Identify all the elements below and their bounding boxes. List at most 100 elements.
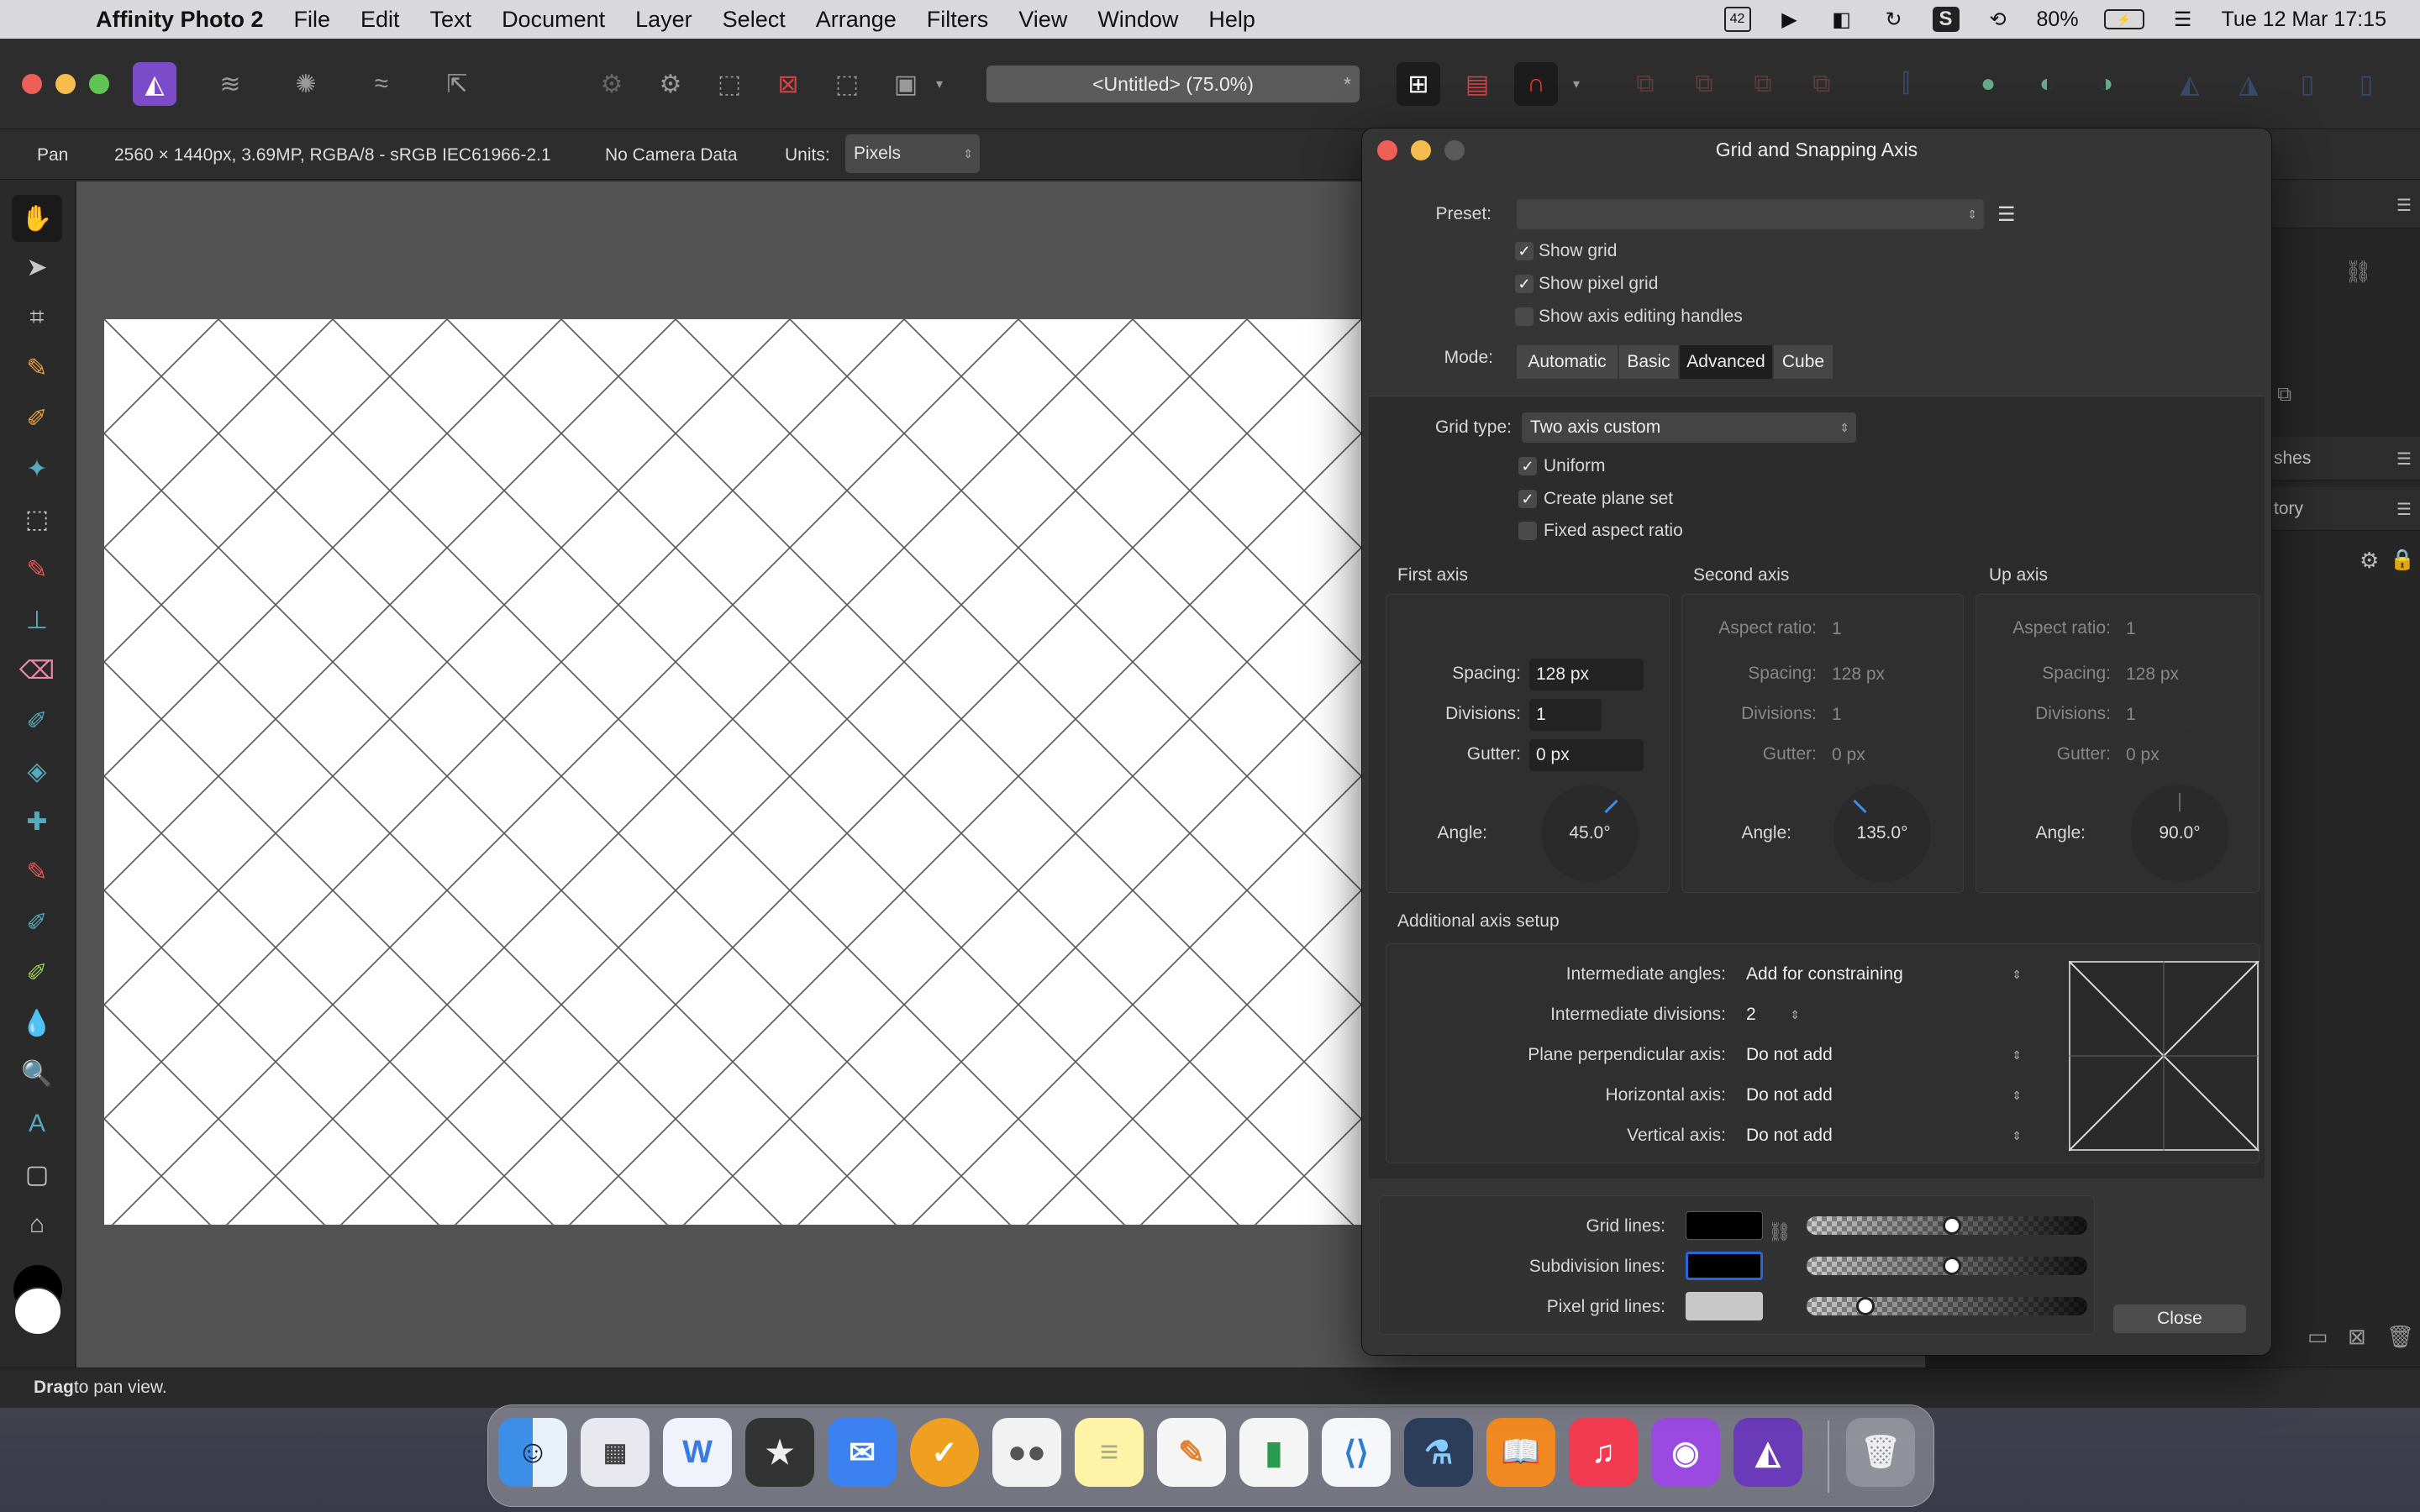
- menu-help[interactable]: Help: [1208, 7, 1255, 33]
- view-mode-icon[interactable]: ▤: [1455, 62, 1499, 106]
- vscode-icon[interactable]: ⟨⟩: [1322, 1418, 1391, 1487]
- show-pixel-grid-checkbox[interactable]: ✓: [1515, 275, 1534, 293]
- vertical-axis-select[interactable]: Do not add ⇕: [1738, 1121, 2028, 1151]
- trash-icon[interactable]: 🗑: [1846, 1418, 1915, 1487]
- preset-menu-icon[interactable]: ☰: [1997, 202, 2016, 227]
- zoom-window-button[interactable]: [89, 74, 109, 94]
- clone-tool-icon[interactable]: ⊥: [12, 596, 62, 643]
- units-select[interactable]: Pixels ⇕: [845, 134, 980, 173]
- blur-tool-icon[interactable]: 💧: [12, 1000, 62, 1047]
- arrange-forward-icon[interactable]: ⧉: [1741, 62, 1785, 106]
- numbers-icon[interactable]: ▮: [1239, 1418, 1308, 1487]
- healing-tool-icon[interactable]: ✚: [12, 798, 62, 845]
- first-axis-angle-dial[interactable]: 45.0°: [1541, 785, 1639, 882]
- menu-arrange[interactable]: Arrange: [816, 7, 897, 33]
- export-persona-icon[interactable]: ⇱: [435, 62, 479, 106]
- affinity-photo-dock-icon[interactable]: ◭: [1733, 1418, 1802, 1487]
- arrange-front-icon[interactable]: ⧉: [1800, 62, 1844, 106]
- battery-icon[interactable]: ⚡: [2103, 9, 2144, 29]
- snapping-options-chevron-icon[interactable]: ▾: [1565, 62, 1588, 106]
- up-axis-gutter-input[interactable]: 0 px: [2119, 739, 2233, 771]
- erase-tool-icon[interactable]: ⌫: [12, 647, 62, 694]
- preset-select[interactable]: ⇕: [1517, 199, 1984, 229]
- sync-icon[interactable]: ↻: [1881, 7, 1907, 32]
- word-app-icon[interactable]: W: [663, 1418, 732, 1487]
- retouch-tool-icon[interactable]: ✐: [12, 899, 62, 946]
- marquee-tool-icon[interactable]: ⬚: [12, 496, 62, 543]
- move-tool-icon[interactable]: ➤: [12, 244, 62, 291]
- uniform-checkbox[interactable]: ✓: [1518, 457, 1537, 475]
- flip-vertical-icon[interactable]: ◮: [2227, 62, 2270, 106]
- grid-lines-opacity-slider[interactable]: [1807, 1216, 2087, 1235]
- reeder-app-icon[interactable]: ★: [745, 1418, 814, 1487]
- history-panel-tab[interactable]: tory: [2274, 499, 2303, 519]
- first-axis-spacing-input[interactable]: 128 px: [1529, 659, 1644, 690]
- arrange-back-icon[interactable]: ⧉: [1623, 62, 1667, 106]
- grid-lines-color-swatch[interactable]: [1686, 1211, 1763, 1240]
- hand-tool-icon[interactable]: ✋: [12, 195, 62, 242]
- settings-cog-icon[interactable]: ⚙: [649, 62, 692, 106]
- liquify-persona-icon[interactable]: ≋: [208, 62, 252, 106]
- gear-icon[interactable]: ⚙: [590, 62, 634, 106]
- play-icon[interactable]: ▶: [1776, 7, 1803, 32]
- flask-app-icon[interactable]: ⚗: [1404, 1418, 1473, 1487]
- smudge-tool-icon[interactable]: ✐: [12, 949, 62, 996]
- menu-layer[interactable]: Layer: [635, 7, 692, 33]
- tasks-app-icon[interactable]: ✓: [910, 1418, 979, 1487]
- books-icon[interactable]: 📖: [1486, 1418, 1555, 1487]
- arrange-backward-icon[interactable]: ⧉: [1682, 62, 1726, 106]
- subdivision-lines-color-swatch[interactable]: [1686, 1252, 1763, 1280]
- pixel-grid-lines-color-swatch[interactable]: [1686, 1292, 1763, 1320]
- launchpad-icon[interactable]: ▦: [581, 1418, 650, 1487]
- primary-color-swatch[interactable]: [13, 1287, 62, 1336]
- fixed-aspect-checkbox[interactable]: [1518, 522, 1537, 540]
- intermediate-angles-select[interactable]: Add for constraining ⇕: [1738, 959, 2028, 990]
- second-axis-gutter-input[interactable]: 0 px: [1825, 739, 1939, 771]
- mode-basic-button[interactable]: Basic: [1619, 345, 1678, 379]
- s-app-icon[interactable]: S: [1932, 7, 1960, 32]
- document-title-tab[interactable]: <Untitled> (75.0%) *: [986, 66, 1360, 102]
- menu-document[interactable]: Document: [502, 7, 605, 33]
- menu-select[interactable]: Select: [723, 7, 786, 33]
- pixel-grid-lines-opacity-slider[interactable]: [1807, 1297, 2087, 1315]
- boolean-subtract-icon[interactable]: ◐: [2025, 62, 2069, 106]
- create-plane-set-checkbox[interactable]: ✓: [1518, 490, 1537, 508]
- minimize-window-button[interactable]: [55, 74, 76, 94]
- first-axis-divisions-input[interactable]: 1: [1529, 699, 1602, 731]
- slider-knob[interactable]: [1943, 1216, 1962, 1235]
- grid-icon[interactable]: ⊞: [1397, 62, 1440, 106]
- add-snapshot-icon[interactable]: ⊠: [2348, 1324, 2366, 1350]
- show-grid-checkbox[interactable]: ✓: [1515, 242, 1534, 260]
- calendar-icon[interactable]: 42: [1723, 7, 1751, 32]
- up-axis-aspect-input[interactable]: 1: [2119, 613, 2233, 645]
- second-axis-aspect-input[interactable]: 1: [1825, 613, 1939, 645]
- second-axis-angle-dial[interactable]: 135.0°: [1833, 785, 1931, 882]
- develop-persona-icon[interactable]: ✺: [284, 62, 328, 106]
- paint-brush-tool-icon[interactable]: ✐: [12, 395, 62, 442]
- display-icon[interactable]: ◧: [1828, 7, 1855, 32]
- intermediate-divisions-stepper[interactable]: 2 ⇕: [1738, 1000, 1807, 1030]
- selection-brush-tool-icon[interactable]: ✦: [12, 445, 62, 492]
- music-icon[interactable]: ♫: [1569, 1418, 1638, 1487]
- color-picker-tool-icon[interactable]: ✎: [12, 344, 62, 391]
- snapping-magnet-icon[interactable]: ∩: [1514, 62, 1558, 106]
- dots-app-icon[interactable]: ●●: [992, 1418, 1061, 1487]
- chevron-down-icon[interactable]: ▾: [928, 62, 951, 106]
- mail-icon[interactable]: ✉: [828, 1418, 897, 1487]
- slider-knob[interactable]: [1856, 1297, 1876, 1315]
- text-tool-icon[interactable]: A: [12, 1100, 62, 1147]
- align-icon[interactable]: ⫿: [1884, 62, 1928, 106]
- menu-edit[interactable]: Edit: [360, 7, 400, 33]
- link-colors-icon[interactable]: ⛓: [1768, 1221, 1791, 1243]
- menu-app-name[interactable]: Affinity Photo 2: [96, 7, 263, 33]
- plane-perpendicular-select[interactable]: Do not add ⇕: [1738, 1040, 2028, 1070]
- panel-menu-icon[interactable]: ☰: [2396, 499, 2412, 520]
- apple-icon[interactable]: [30, 0, 67, 39]
- gear-icon[interactable]: ⚙: [2360, 548, 2379, 574]
- marquee-icon[interactable]: ⬚: [708, 62, 751, 106]
- fill-tool-icon[interactable]: ◈: [12, 748, 62, 795]
- second-axis-spacing-input[interactable]: 128 px: [1825, 659, 1939, 690]
- mode-advanced-button[interactable]: Advanced: [1680, 345, 1772, 379]
- lock-icon[interactable]: 🔒: [2390, 548, 2415, 572]
- menu-text[interactable]: Text: [430, 7, 472, 33]
